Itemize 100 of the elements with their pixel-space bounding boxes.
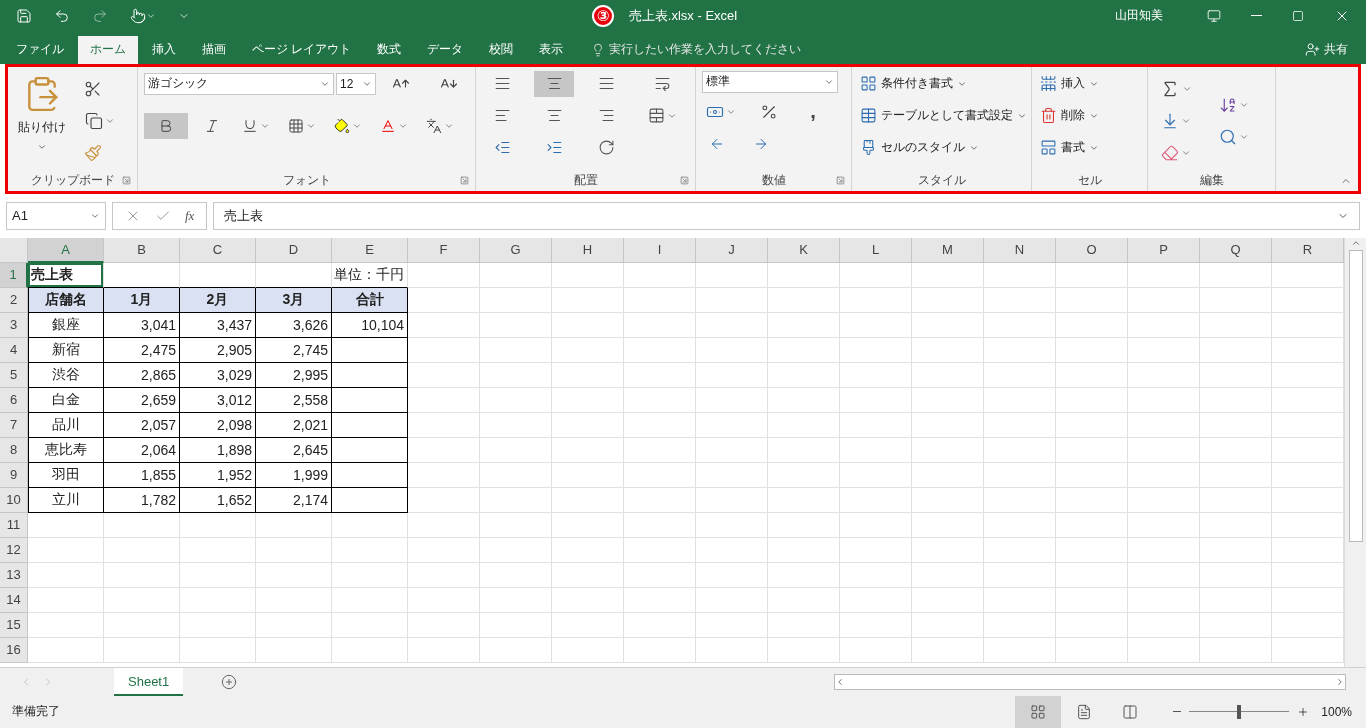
border-icon (288, 117, 304, 134)
column-header[interactable]: A (28, 237, 104, 263)
row-header[interactable]: 6 (0, 387, 28, 413)
column-header[interactable]: D (256, 237, 332, 263)
row-header[interactable]: 1 (0, 262, 28, 288)
table-cell: 2,064 (104, 437, 180, 463)
font-size-field[interactable]: 12 (336, 72, 376, 95)
column-header[interactable]: F (408, 237, 480, 263)
grid-cell (1200, 512, 1272, 538)
row-header[interactable]: 3 (0, 312, 28, 338)
column-header[interactable]: K (768, 237, 840, 263)
grid-cell (912, 287, 984, 313)
row-header[interactable]: 15 (0, 612, 28, 638)
zoom-thumb[interactable] (1237, 705, 1242, 719)
column-header[interactable]: G (480, 237, 552, 263)
dialog-launcher-icon[interactable] (836, 175, 845, 185)
cell-command-button[interactable]: 挿入 (1038, 70, 1101, 97)
row-header[interactable]: 13 (0, 562, 28, 588)
row-header[interactable]: 12 (0, 537, 28, 563)
bold-button[interactable] (144, 112, 188, 139)
ribbon-tab[interactable]: 挿入 (140, 35, 188, 64)
row-header[interactable]: 14 (0, 587, 28, 613)
grid-cell (1272, 337, 1344, 363)
column-header[interactable]: M (912, 237, 984, 263)
horizontal-scrollbar[interactable] (834, 674, 1346, 690)
comma-style-button[interactable]: , (798, 100, 828, 124)
row-header[interactable]: 10 (0, 487, 28, 513)
ribbon-tab[interactable]: データ (415, 35, 476, 64)
column-header[interactable]: J (696, 237, 768, 263)
font-name-field[interactable]: 游ゴシック (144, 72, 334, 95)
grid-cell (1128, 387, 1200, 413)
grid-cell (912, 312, 984, 338)
column-header[interactable]: L (840, 237, 912, 263)
cell-command-button[interactable]: 書式 (1038, 134, 1101, 161)
grid-cell (768, 262, 840, 288)
row-header[interactable]: 16 (0, 637, 28, 663)
dialog-launcher-icon[interactable] (460, 175, 469, 185)
ribbon-tab[interactable]: ファイル (4, 35, 76, 64)
restore-button[interactable] (1292, 9, 1304, 22)
vertical-scrollbar[interactable] (1344, 237, 1366, 668)
grid-cell (696, 612, 768, 638)
share-button[interactable]: 共有 (1299, 35, 1354, 64)
grid-cell (840, 412, 912, 438)
row-header[interactable]: 4 (0, 337, 28, 363)
grid-cell (696, 462, 768, 488)
number-format-field[interactable]: 標準 (702, 70, 838, 93)
column-header[interactable]: Q (1200, 237, 1272, 263)
row-header[interactable]: 8 (0, 437, 28, 463)
tell-me-field[interactable]: 実行したい作業を入力してください (609, 41, 802, 59)
table-cell: 2,865 (104, 362, 180, 388)
dialog-launcher-icon[interactable] (680, 175, 689, 185)
column-header[interactable]: B (104, 237, 180, 263)
table-cell: 3,437 (180, 312, 256, 338)
sheet-tab[interactable]: Sheet1 (114, 668, 184, 696)
row-header[interactable]: 2 (0, 287, 28, 313)
middle-align-button[interactable] (534, 70, 574, 97)
undo-button[interactable] (54, 7, 70, 24)
save-button[interactable] (16, 7, 32, 24)
table-cell: 2,558 (256, 387, 332, 413)
view-button[interactable] (1015, 696, 1062, 728)
ribbon-tab[interactable]: ホーム (78, 35, 138, 64)
column-header[interactable]: H (552, 237, 624, 263)
row-header[interactable]: 5 (0, 362, 28, 388)
dialog-launcher-icon[interactable] (122, 175, 131, 185)
column-header[interactable]: N (984, 237, 1056, 263)
touch-mode-button[interactable] (130, 7, 156, 24)
column-header[interactable]: O (1056, 237, 1128, 263)
column-heading-cell: 合計 (332, 287, 408, 313)
formula-field[interactable]: 売上表 (213, 201, 1360, 230)
style-command-button[interactable]: 条件付き書式 (858, 70, 1029, 97)
column-header[interactable]: E (332, 237, 408, 263)
column-header[interactable]: I (624, 237, 696, 263)
insert-function-button[interactable]: fx (185, 207, 195, 224)
column-header[interactable]: P (1128, 237, 1200, 263)
grid-cell (480, 287, 552, 313)
grid-cell (1272, 262, 1344, 288)
row-header[interactable]: 7 (0, 412, 28, 438)
row-header[interactable]: 11 (0, 512, 28, 538)
redo-button[interactable] (92, 7, 108, 24)
table-cell: 3,041 (104, 312, 180, 338)
grid-cell (696, 412, 768, 438)
grid-cell (408, 487, 480, 513)
ribbon-tab[interactable]: 描画 (190, 35, 238, 64)
grid-cell (1056, 337, 1128, 363)
row-header[interactable]: 9 (0, 462, 28, 488)
style-command-button[interactable]: テーブルとして書式設定 (858, 102, 1029, 129)
column-header[interactable]: C (180, 237, 256, 263)
ribbon-tab[interactable]: 校閲 (477, 35, 526, 64)
cell-command-button[interactable]: 削除 (1038, 102, 1101, 129)
ribbon-tab[interactable]: 表示 (527, 35, 576, 64)
column-header[interactable]: R (1272, 237, 1344, 263)
grid-cell (480, 612, 552, 638)
ribbon-options-button[interactable] (1207, 8, 1221, 23)
grid-cell (408, 312, 480, 338)
name-box[interactable]: A1 (6, 201, 106, 230)
style-command-button[interactable]: セルのスタイル (858, 134, 1029, 161)
minimize-button[interactable] (1251, 15, 1262, 17)
ribbon-tab[interactable]: 数式 (365, 35, 414, 64)
ribbon-tab[interactable]: ページ レイアウト (240, 35, 364, 64)
paste-button[interactable]: 貼り付け (14, 70, 70, 171)
